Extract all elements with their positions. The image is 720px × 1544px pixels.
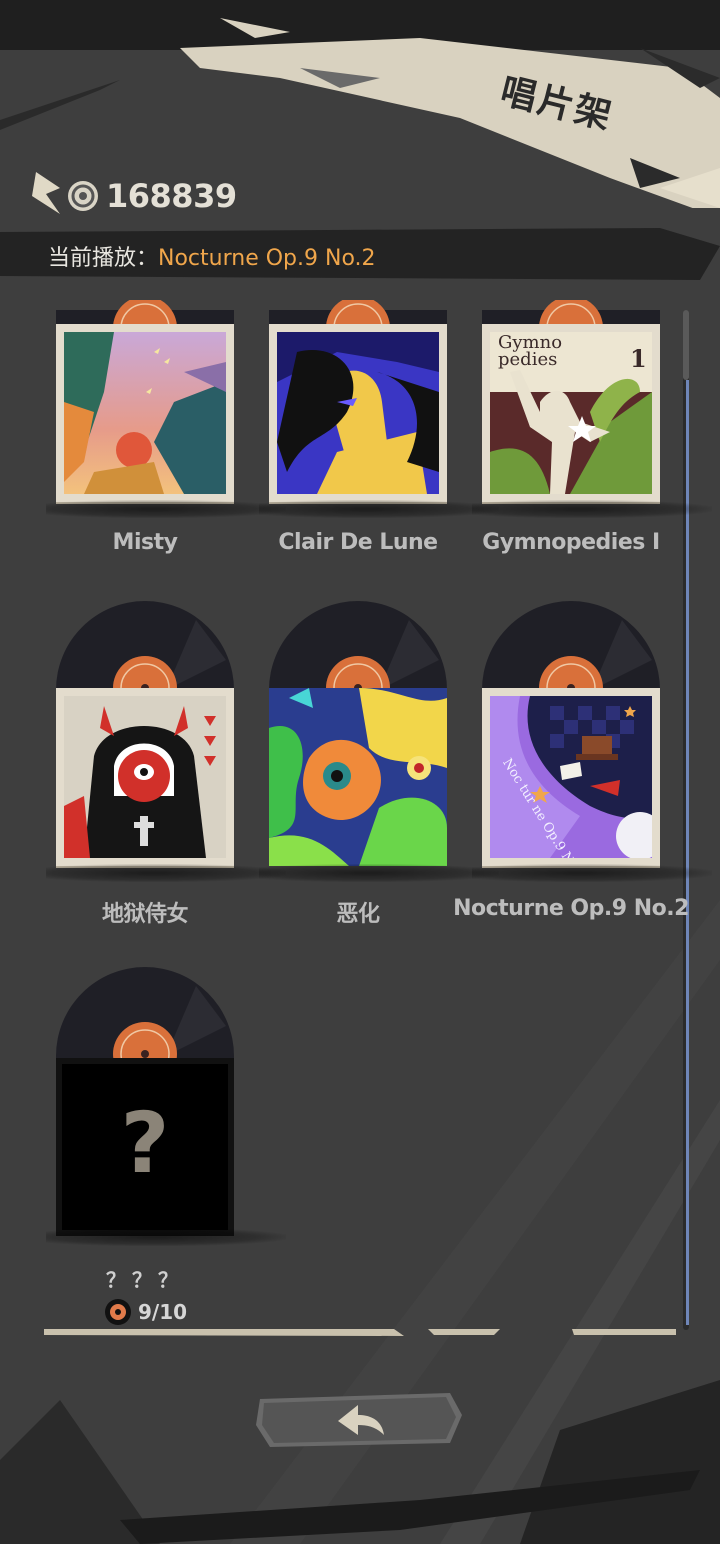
coin-bracket-icon (32, 172, 60, 214)
now-playing-song: Nocturne Op.9 No.2 (158, 246, 376, 271)
question-mark-icon: ? (120, 1094, 170, 1192)
back-button[interactable] (250, 1385, 470, 1455)
album-sleeve (269, 324, 447, 502)
now-playing-label: 当前播放： (48, 246, 159, 271)
album-sleeve (56, 324, 234, 502)
locked-album-progress: 9/10 (104, 1298, 187, 1326)
album-hell-maid[interactable]: 地狱侍女 (46, 600, 286, 927)
album-title: Gymnopedies I (482, 530, 660, 555)
gymno-line-2: pedies (498, 349, 558, 370)
vinyl-record-icon (56, 967, 234, 1066)
album-art-gymnopedies: Gymno pedies 1 (490, 332, 652, 494)
album-art-deterioration (269, 688, 447, 866)
album-sleeve (56, 688, 234, 866)
shelf-shadow (259, 500, 499, 518)
album-sleeve: Noc tur ne Op.9 No.2 (482, 688, 660, 866)
gymno-number: 1 (630, 344, 647, 373)
album-gymnopedies[interactable]: Gymno pedies 1 Gymnopedies I (472, 300, 712, 570)
coin-value: 168839 (106, 177, 237, 215)
coin-counter: 168839 (30, 168, 290, 224)
list-bottom-edge (44, 1329, 676, 1336)
album-art-clair-de-lune (277, 332, 439, 494)
vinyl-record-icon (56, 601, 234, 700)
album-sleeve (269, 688, 447, 866)
album-sleeve-locked: ? (56, 1058, 234, 1236)
now-playing: 当前播放：Nocturne Op.9 No.2 (48, 240, 376, 272)
album-locked[interactable]: ? (46, 966, 286, 1246)
vinyl-coin-icon (68, 181, 98, 211)
locked-art: ? (62, 1064, 228, 1230)
mini-vinyl-icon (105, 1299, 131, 1325)
gymno-title: Gymno pedies (498, 334, 562, 370)
album-nocturne[interactable]: Noc tur ne Op.9 No.2 Nocturne Op.9 No.2 (453, 600, 712, 921)
shelf-shadow (472, 500, 712, 518)
album-sleeve: Gymno pedies 1 (482, 324, 660, 502)
locked-album-title: ？？？ (106, 1268, 184, 1292)
back-arrow-icon (256, 1393, 462, 1447)
shelf-shadow (259, 864, 499, 882)
shelf-shadow (46, 864, 286, 882)
album-art-hell-maid (64, 696, 226, 858)
album-deterioration[interactable]: 恶化 (259, 600, 499, 927)
shelf-shadow (472, 864, 712, 882)
album-art-nocturne: Noc tur ne Op.9 No.2 (490, 696, 652, 858)
vinyl-record-icon (269, 601, 447, 700)
album-title: Nocturne Op.9 No.2 (453, 896, 689, 921)
progress-count: 9/10 (138, 1300, 188, 1324)
album-art-misty (64, 332, 226, 494)
vinyl-record-icon (482, 601, 660, 700)
shelf-shadow (46, 1228, 286, 1246)
shelf-shadow (46, 500, 286, 518)
